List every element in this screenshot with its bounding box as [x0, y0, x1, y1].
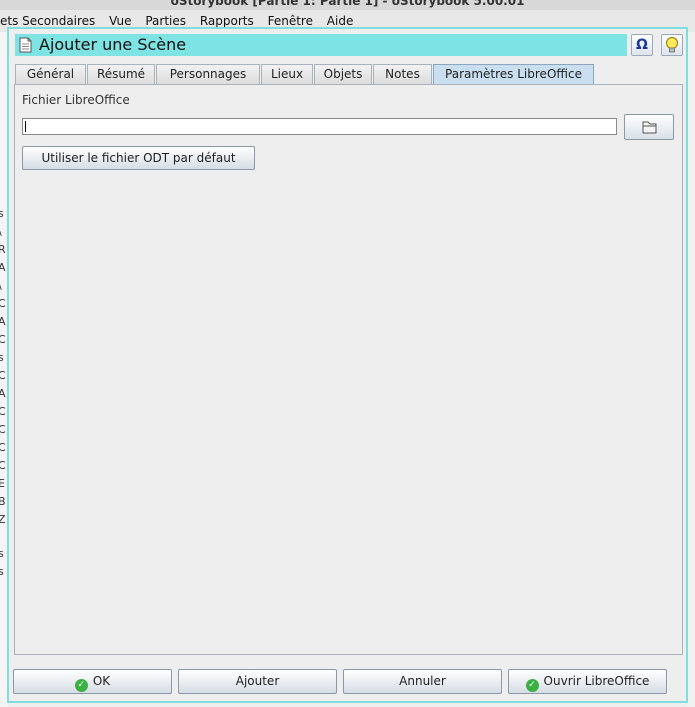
background-right-edge	[687, 32, 695, 707]
ok-button-label: OK	[92, 674, 111, 688]
tips-button[interactable]	[661, 34, 683, 56]
add-scene-dialog: Ajouter une Scène Ω Général Résumé Perso…	[7, 27, 688, 703]
side-letter: s	[0, 207, 4, 220]
menu-item-aide[interactable]: Aide	[327, 14, 354, 28]
add-button[interactable]: Ajouter	[178, 669, 337, 694]
menu-item-parties[interactable]: Parties	[145, 14, 186, 28]
side-letter: C	[0, 333, 6, 346]
side-letter: C	[0, 297, 6, 310]
libreoffice-settings-panel: Fichier LibreOffice Utiliser le fichier …	[14, 84, 683, 655]
side-letter: s	[0, 565, 4, 578]
side-letter: E	[0, 477, 5, 490]
side-letter: C	[0, 369, 6, 382]
tab-resume[interactable]: Résumé	[87, 64, 155, 84]
menu-item-vue[interactable]: Vue	[109, 14, 131, 28]
side-letter: C	[0, 405, 6, 418]
side-letter: C	[0, 441, 6, 454]
side-letter: C	[0, 423, 6, 436]
omega-icon: Ω	[636, 37, 648, 53]
browse-file-button[interactable]	[624, 114, 674, 140]
text-caret	[25, 121, 26, 132]
menu-item-objets-secondaires[interactable]: ets Secondaires	[0, 14, 95, 28]
tab-lieux[interactable]: Lieux	[261, 64, 313, 84]
check-circle-icon: ✓	[74, 679, 88, 692]
side-letter: R	[0, 243, 6, 256]
side-letter: s	[0, 351, 4, 364]
special-characters-button[interactable]: Ω	[631, 34, 653, 56]
tab-objets[interactable]: Objets	[314, 64, 372, 84]
dialog-header: Ajouter une Scène	[15, 34, 627, 56]
side-letter: A	[0, 387, 6, 400]
side-letter: \	[0, 225, 2, 238]
tab-parametres-libreoffice[interactable]: Paramètres LibreOffice	[433, 64, 594, 84]
document-icon	[19, 37, 32, 53]
side-letter: A	[0, 315, 6, 328]
open-libreoffice-button[interactable]: ✓ Ouvrir LibreOffice	[508, 669, 667, 694]
tab-personnages[interactable]: Personnages	[156, 64, 260, 84]
cancel-button[interactable]: Annuler	[343, 669, 502, 694]
libreoffice-file-input[interactable]	[22, 118, 617, 135]
menu-item-fenetre[interactable]: Fenêtre	[268, 14, 313, 28]
side-letter: A	[0, 261, 6, 274]
side-letter: B	[0, 495, 6, 508]
open-libreoffice-label: Ouvrir LibreOffice	[543, 674, 650, 688]
tab-notes[interactable]: Notes	[373, 64, 432, 84]
side-letter: C	[0, 459, 6, 472]
dialog-title: Ajouter une Scène	[39, 35, 187, 54]
folder-icon	[642, 121, 657, 134]
side-letter: Z	[0, 513, 6, 526]
lightbulb-icon	[666, 37, 678, 53]
tab-general[interactable]: Général	[15, 64, 86, 84]
ok-button[interactable]: ✓ OK	[13, 669, 172, 694]
libreoffice-file-label: Fichier LibreOffice	[22, 93, 130, 107]
background-window-title: oStorybook [Partie 1: Partie 1] - oStory…	[0, 0, 695, 10]
side-letter: \	[0, 279, 2, 292]
menu-item-rapports[interactable]: Rapports	[200, 14, 254, 28]
side-letter: s	[0, 547, 4, 560]
use-default-odt-button[interactable]: Utiliser le fichier ODT par défaut	[22, 146, 255, 170]
check-circle-icon: ✓	[525, 679, 539, 692]
